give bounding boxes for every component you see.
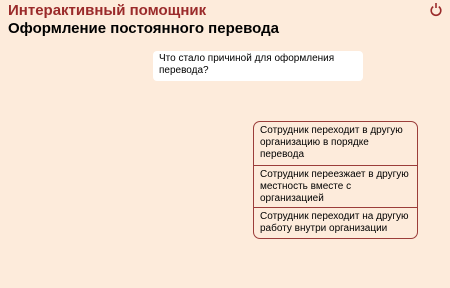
app-title: Интерактивный помощник [8,2,207,19]
answer-option-internal-transfer[interactable]: Сотрудник переходит на другую работу вну… [254,207,417,238]
question-bubble: Что стало причиной для оформления перево… [153,51,363,81]
answer-option-transfer-to-other-organization[interactable]: Сотрудник переходит в другую организацию… [254,122,417,165]
restart-icon [430,3,442,17]
answer-label: Сотрудник переезжает в другую местность … [260,169,409,204]
question-text: Что стало причиной для оформления перево… [159,53,335,76]
restart-button[interactable] [428,2,444,18]
answer-list: Сотрудник переходит в другую организацию… [253,121,418,239]
answer-label: Сотрудник переходит на другую работу вну… [260,211,409,234]
answer-option-relocation-with-organization[interactable]: Сотрудник переезжает в другую местность … [254,165,417,207]
header: Интерактивный помощник Оформление постоя… [8,2,279,38]
page-title: Оформление постоянного перевода [8,20,279,37]
answer-label: Сотрудник переходит в другую организацию… [260,125,403,160]
